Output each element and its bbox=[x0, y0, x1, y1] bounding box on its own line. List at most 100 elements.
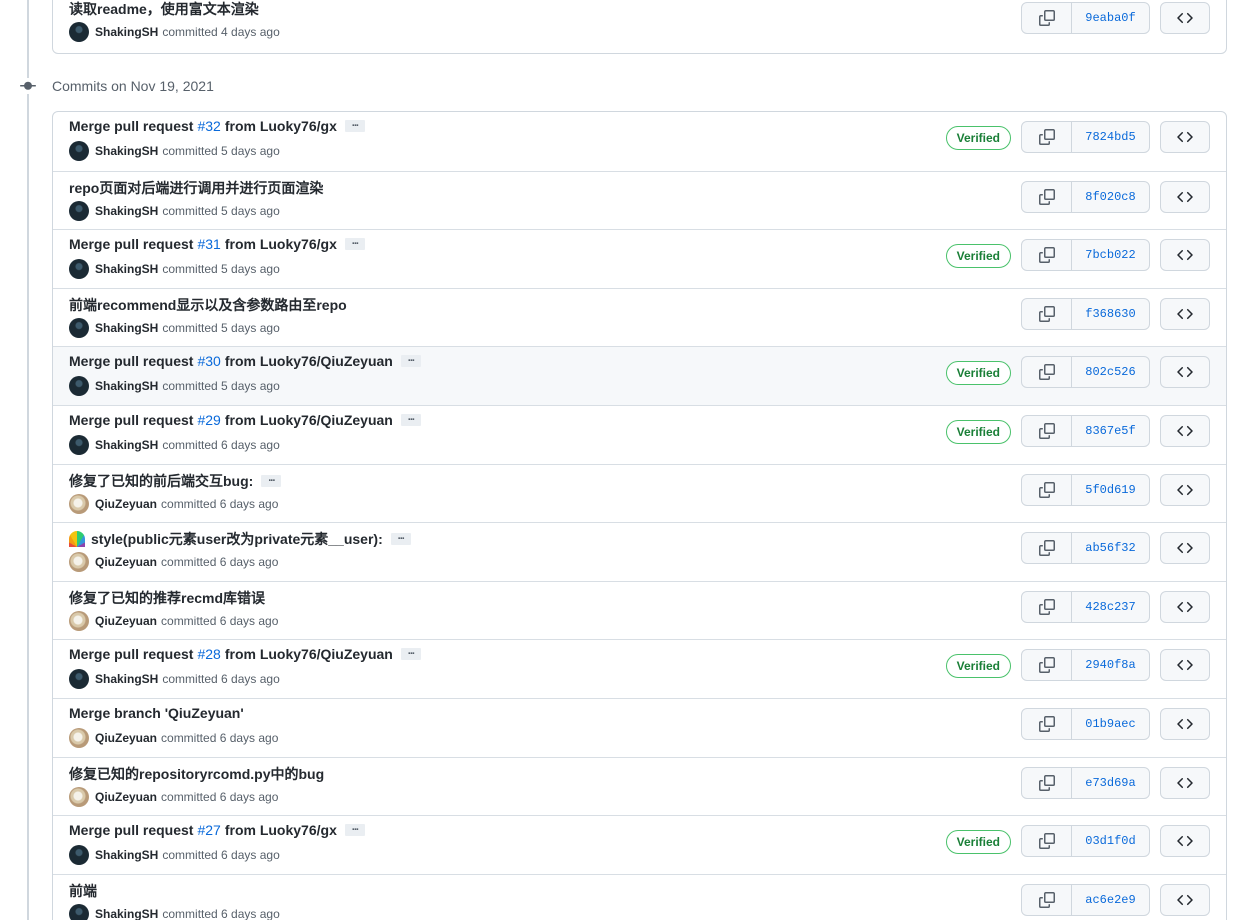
avatar[interactable] bbox=[69, 200, 89, 221]
commit-title[interactable]: Merge pull request bbox=[69, 118, 193, 134]
commit-title[interactable]: 修复了已知的推荐recmd库错误 bbox=[69, 588, 265, 608]
verified-badge[interactable]: Verified bbox=[945, 419, 1011, 444]
author-link[interactable]: ShakingSH bbox=[95, 262, 158, 276]
avatar[interactable] bbox=[69, 141, 89, 161]
author-link[interactable]: QiuZeyuan bbox=[95, 614, 157, 628]
commit-sha-link[interactable]: ab56f32 bbox=[1072, 533, 1149, 563]
commit-title[interactable]: 读取readme，使用富文本渲染 bbox=[69, 0, 259, 19]
browse-repo-button[interactable] bbox=[1160, 414, 1210, 447]
commit-sha-link[interactable]: 8f020c8 bbox=[1072, 182, 1149, 212]
author-link[interactable]: ShakingSH bbox=[95, 25, 158, 39]
commit-title-suffix[interactable]: from Luoky76/QiuZeyuan bbox=[225, 412, 393, 428]
commit-title[interactable]: Merge pull request bbox=[69, 353, 193, 369]
verified-badge[interactable]: Verified bbox=[945, 830, 1011, 855]
avatar[interactable] bbox=[69, 493, 89, 514]
copy-sha-button[interactable] bbox=[1022, 884, 1072, 915]
copy-sha-button[interactable] bbox=[1022, 826, 1072, 857]
avatar[interactable] bbox=[69, 259, 89, 280]
avatar[interactable] bbox=[69, 669, 89, 690]
expand-message-button[interactable]: ... bbox=[400, 353, 421, 368]
copy-sha-button[interactable] bbox=[1022, 533, 1072, 564]
avatar[interactable] bbox=[69, 317, 89, 338]
expand-message-button[interactable]: ... bbox=[400, 411, 421, 426]
commit-title[interactable]: 前端 bbox=[69, 881, 97, 901]
commit-sha-link[interactable]: 428c237 bbox=[1072, 592, 1149, 622]
verified-badge[interactable]: Verified bbox=[945, 244, 1011, 269]
avatar[interactable] bbox=[69, 845, 89, 866]
commit-sha-link[interactable]: 9eaba0f bbox=[1072, 3, 1149, 33]
commit-sha-link[interactable]: 03d1f0d bbox=[1072, 826, 1149, 856]
author-link[interactable]: QiuZeyuan bbox=[95, 790, 157, 804]
pull-request-link[interactable]: #32 bbox=[197, 118, 220, 134]
commit-title[interactable]: style(public元素user改为private元素__user): bbox=[91, 529, 383, 549]
author-link[interactable]: QiuZeyuan bbox=[95, 555, 157, 569]
commit-title[interactable]: repo页面对后端进行调用并进行页面渲染 bbox=[69, 178, 323, 198]
browse-repo-button[interactable] bbox=[1160, 180, 1210, 213]
copy-sha-button[interactable] bbox=[1022, 415, 1072, 446]
commit-title[interactable]: Merge pull request bbox=[69, 646, 193, 662]
browse-repo-button[interactable] bbox=[1160, 239, 1210, 272]
commit-sha-link[interactable]: 7bcb022 bbox=[1072, 240, 1149, 270]
copy-sha-button[interactable] bbox=[1022, 3, 1072, 33]
avatar[interactable] bbox=[69, 376, 89, 397]
commit-title[interactable]: 前端recommend显示以及含参数路由至repo bbox=[69, 295, 347, 315]
expand-message-button[interactable]: ... bbox=[390, 531, 411, 546]
author-link[interactable]: ShakingSH bbox=[95, 438, 158, 452]
commit-title[interactable]: Merge branch 'QiuZeyuan' bbox=[69, 705, 244, 721]
copy-sha-button[interactable] bbox=[1022, 767, 1072, 798]
pull-request-link[interactable]: #31 bbox=[197, 236, 220, 252]
commit-sha-link[interactable]: ac6e2e9 bbox=[1072, 885, 1149, 915]
browse-repo-button[interactable] bbox=[1160, 532, 1210, 565]
copy-sha-button[interactable] bbox=[1022, 181, 1072, 212]
author-link[interactable]: QiuZeyuan bbox=[95, 497, 157, 511]
browse-repo-button[interactable] bbox=[1160, 649, 1210, 682]
copy-sha-button[interactable] bbox=[1022, 591, 1072, 622]
browse-repo-button[interactable] bbox=[1160, 883, 1210, 916]
commit-sha-link[interactable]: e73d69a bbox=[1072, 768, 1149, 798]
commit-title-suffix[interactable]: from Luoky76/QiuZeyuan bbox=[225, 353, 393, 369]
commit-sha-link[interactable]: 7824bd5 bbox=[1072, 122, 1149, 152]
expand-message-button[interactable]: ... bbox=[344, 236, 365, 251]
copy-sha-button[interactable] bbox=[1022, 708, 1072, 739]
commit-sha-link[interactable]: 802c526 bbox=[1072, 357, 1149, 387]
author-link[interactable]: ShakingSH bbox=[95, 907, 158, 920]
browse-repo-button[interactable] bbox=[1160, 707, 1210, 740]
copy-sha-button[interactable] bbox=[1022, 122, 1072, 152]
verified-badge[interactable]: Verified bbox=[945, 361, 1011, 386]
commit-sha-link[interactable]: 8367e5f bbox=[1072, 416, 1149, 446]
copy-sha-button[interactable] bbox=[1022, 357, 1072, 388]
browse-repo-button[interactable] bbox=[1160, 766, 1210, 799]
expand-message-button[interactable]: ... bbox=[344, 118, 365, 132]
author-link[interactable]: ShakingSH bbox=[95, 204, 158, 218]
commit-title-suffix[interactable]: from Luoky76/QiuZeyuan bbox=[225, 646, 393, 662]
browse-repo-button[interactable] bbox=[1160, 2, 1210, 34]
commit-sha-link[interactable]: 5f0d619 bbox=[1072, 475, 1149, 505]
copy-sha-button[interactable] bbox=[1022, 240, 1072, 271]
commit-title[interactable]: Merge pull request bbox=[69, 236, 193, 252]
verified-badge[interactable]: Verified bbox=[945, 654, 1011, 679]
commit-title-suffix[interactable]: from Luoky76/gx bbox=[225, 118, 337, 134]
commit-sha-link[interactable]: 2940f8a bbox=[1072, 650, 1149, 680]
author-link[interactable]: QiuZeyuan bbox=[95, 731, 157, 745]
commit-title[interactable]: 修复了已知的前后端交互bug: bbox=[69, 471, 253, 491]
browse-repo-button[interactable] bbox=[1160, 297, 1210, 330]
author-link[interactable]: ShakingSH bbox=[95, 379, 158, 393]
expand-message-button[interactable]: ... bbox=[344, 822, 365, 837]
commit-title[interactable]: Merge pull request bbox=[69, 412, 193, 428]
copy-sha-button[interactable] bbox=[1022, 474, 1072, 505]
pull-request-link[interactable]: #27 bbox=[197, 822, 220, 838]
verified-badge[interactable]: Verified bbox=[945, 126, 1011, 150]
avatar[interactable] bbox=[69, 22, 89, 42]
avatar[interactable] bbox=[69, 786, 89, 807]
browse-repo-button[interactable] bbox=[1160, 825, 1210, 858]
commit-sha-link[interactable]: 01b9aec bbox=[1072, 709, 1149, 739]
browse-repo-button[interactable] bbox=[1160, 473, 1210, 506]
commit-title-suffix[interactable]: from Luoky76/gx bbox=[225, 822, 337, 838]
copy-sha-button[interactable] bbox=[1022, 298, 1072, 329]
copy-sha-button[interactable] bbox=[1022, 650, 1072, 681]
browse-repo-button[interactable] bbox=[1160, 590, 1210, 623]
browse-repo-button[interactable] bbox=[1160, 121, 1210, 153]
avatar[interactable] bbox=[69, 610, 89, 631]
expand-message-button[interactable]: ... bbox=[261, 472, 282, 487]
commit-title[interactable]: Merge pull request bbox=[69, 822, 193, 838]
